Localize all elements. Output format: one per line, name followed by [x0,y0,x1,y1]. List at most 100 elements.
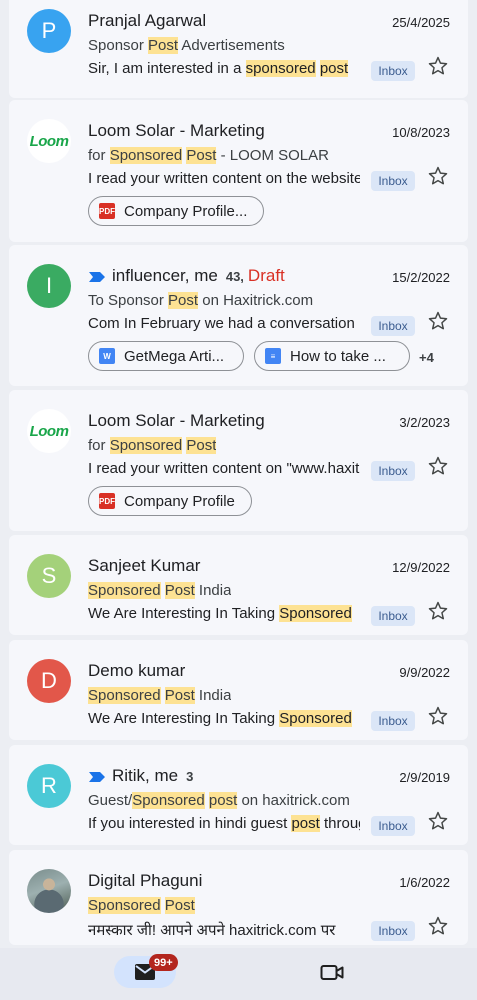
bottom-navigation [0,948,477,1000]
star-icon[interactable] [427,455,449,477]
search-highlight: Sponsored [88,897,161,914]
search-highlight: Post [148,37,179,54]
sender-logo[interactable]: Loom [27,409,71,453]
text-part: Sponsor [88,37,149,54]
attachment-chip[interactable]: W GetMega Arti... [88,341,244,371]
text-part: Guest/ [88,792,133,809]
text-part: To Sponsor [88,292,169,309]
text-part: We Are Interesting In Taking [88,605,280,622]
sender-name: Sanjeet Kumar [88,556,200,576]
search-highlight: Post [164,897,195,914]
email-row[interactable]: Loom Loom Solar - Marketing 3/2/2023 for Sp… [9,390,468,531]
sender-avatar[interactable]: S [27,554,71,598]
email-snippet: Sir, I am interested in a sponsored post [88,60,360,77]
email-row[interactable]: P Pranjal Agarwal 25/4/2025 Sponsor Post Ad… [9,0,468,98]
sender-logo-text: Loom [29,132,69,150]
text-part: on Haxitrick.com [198,292,314,309]
email-row[interactable]: D Demo kumar 9/9/2022 Sponsored Post India W… [9,640,468,740]
sender-avatar[interactable]: I [27,264,71,308]
email-date: 10/8/2023 [392,125,450,140]
google-doc-icon: ≡ [265,348,281,364]
email-row[interactable]: Iinfluencer, me 43, Draft 15/2/2022 To Spons… [9,245,468,386]
star-icon[interactable] [427,310,449,332]
pdf-icon: PDF [99,203,115,219]
search-highlight: Post [164,582,195,599]
attachment-chip[interactable]: ≡ How to take ... [254,341,410,371]
text-part: We Are Interesting In Taking [88,710,280,727]
text-part: India [194,687,232,704]
inbox-label: Inbox [371,461,415,481]
attachment-chip[interactable]: PDF Company Profile [88,486,252,516]
sender-name: Demo kumar [88,661,185,681]
inbox-label: Inbox [371,921,415,941]
sender-logo-text: Loom [29,422,69,440]
meet-tab[interactable] [304,956,366,988]
email-date: 2/9/2019 [399,770,450,785]
sender-text: Loom Solar - Marketing [88,121,265,140]
email-row[interactable]: Digital Phaguni 1/6/2022 Sponsored Post नमस… [9,850,468,945]
sender-avatar-photo[interactable] [27,869,71,913]
search-highlight: Post [164,687,195,704]
important-marker-icon[interactable] [88,771,106,783]
search-highlight: Sponsored [109,437,183,454]
search-highlight: Post [168,292,199,309]
sender-name: influencer, me 43, Draft [88,266,285,286]
email-subject: Guest/Sponsored post on haxitrick.com [88,792,350,809]
search-highlight: Sponsored [109,147,183,164]
email-row[interactable]: S Sanjeet Kumar 12/9/2022 Sponsored Post In… [9,535,468,635]
star-icon[interactable] [427,915,449,937]
attachment-chip[interactable]: PDF Company Profile... [88,196,264,226]
attachment-name: How to take ... [290,347,386,365]
sender-text: Sanjeet Kumar [88,556,201,575]
email-date: 1/6/2022 [399,875,450,890]
star-icon[interactable] [427,55,449,77]
email-date: 25/4/2025 [392,15,450,30]
email-subject: To Sponsor Post on Haxitrick.com [88,292,313,309]
important-marker-icon[interactable] [88,271,106,283]
inbox-label: Inbox [371,711,415,731]
search-highlight: post [291,815,320,832]
star-icon[interactable] [427,165,449,187]
sender-name: Ritik, me 3 [88,766,193,786]
email-date: 12/9/2022 [392,560,450,575]
email-row[interactable]: Loom Loom Solar - Marketing 10/8/2023 for S… [9,100,468,242]
inbox-label: Inbox [371,61,415,81]
pdf-icon: PDF [99,493,115,509]
text-part: through [323,815,360,832]
email-snippet: If you interested in hindi guest post th… [88,815,360,832]
unread-badge: 99+ [149,954,178,971]
sender-avatar[interactable]: P [27,9,71,53]
search-highlight: post [319,60,349,77]
thread-count: 3 [186,769,194,784]
sender-avatar[interactable]: D [27,659,71,703]
sender-name: Loom Solar - Marketing [88,121,265,141]
email-subject: Sponsored Post India [88,687,231,704]
email-snippet: नमस्कार जी! आपने अपने haxitrick.com पर [88,920,360,940]
star-icon[interactable] [427,810,449,832]
email-subject: Sponsored Post India [88,582,231,599]
star-icon[interactable] [427,705,449,727]
text-part: Advertisements [178,37,285,54]
sender-text: Demo kumar [88,661,186,680]
search-highlight: Post [186,437,217,454]
sender-text: Digital Phaguni [88,871,203,890]
search-highlight: sponsored [245,60,316,77]
email-snippet: I read your written content on the websi… [88,170,360,187]
sender-text: Pranjal Agarwal [88,11,207,30]
email-row[interactable]: R Ritik, me 3 2/9/2019 Guest/Sponsored post … [9,745,468,845]
sender-logo[interactable]: Loom [27,119,71,163]
email-date: 15/2/2022 [392,270,450,285]
sender-avatar[interactable]: R [27,764,71,808]
draft-label: Draft [247,266,285,285]
text-part: - LOOM SOLAR [216,147,329,164]
star-icon[interactable] [427,600,449,622]
text-part: Sir, I am interested in a [88,60,246,77]
email-subject: for Sponsored Post [88,437,217,454]
sender-name: Digital Phaguni [88,871,202,891]
text-part: on haxitrick.com [237,792,350,809]
text-part: for [88,437,110,454]
text-part: If you interested in hindi guest [88,815,292,832]
inbox-label: Inbox [371,606,415,626]
email-snippet: We Are Interesting In Taking Sponsored [88,710,360,727]
email-subject: for Sponsored Post - LOOM SOLAR [88,147,329,164]
